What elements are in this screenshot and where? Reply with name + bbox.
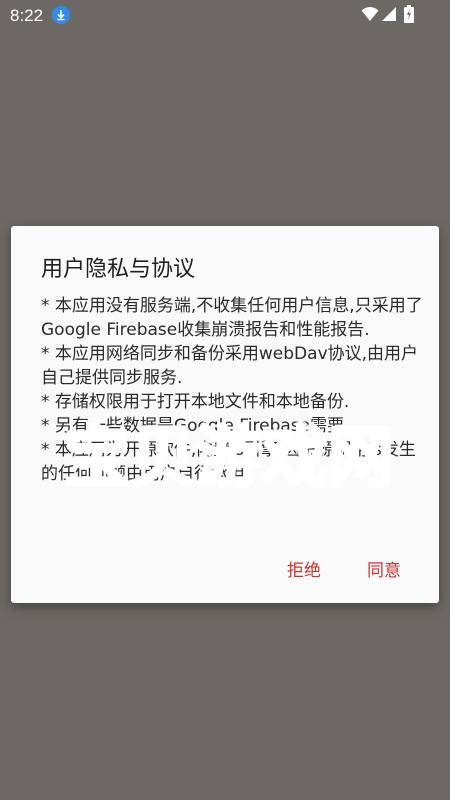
status-time: 8:22 [10,6,44,25]
dialog-body: * 本应用没有服务端,不收集任何用户信息,只采用了Google Firebase… [41,294,425,486]
privacy-paragraph: * 另有一些数据是Google Firebase需要 [41,416,345,436]
agree-button[interactable]: 同意 [367,556,401,581]
status-bar: 8:22 [0,0,450,30]
download-icon [52,6,70,24]
signal-icon [381,6,397,26]
privacy-paragraph: * 本应用没有服务端,不收集任何用户信息,只采用了Google Firebase… [41,296,423,340]
battery-icon [404,5,414,27]
wifi-icon [361,6,379,26]
privacy-dialog: 用户隐私与协议 * 本应用没有服务端,不收集任何用户信息,只采用了Google … [11,226,439,603]
dialog-title: 用户隐私与协议 [41,257,196,282]
privacy-paragraph: * 本应用网络同步和备份采用webDav协议,由用户自己提供同步服务. [41,344,419,388]
privacy-paragraph: * 本应用为开源软件,内置js引擎,因书源调用js发生的任何问题由用户自行承担. [41,440,416,484]
privacy-paragraph: * 存储权限用于打开本地文件和本地备份. [41,392,350,412]
reject-button[interactable]: 拒绝 [287,556,321,581]
